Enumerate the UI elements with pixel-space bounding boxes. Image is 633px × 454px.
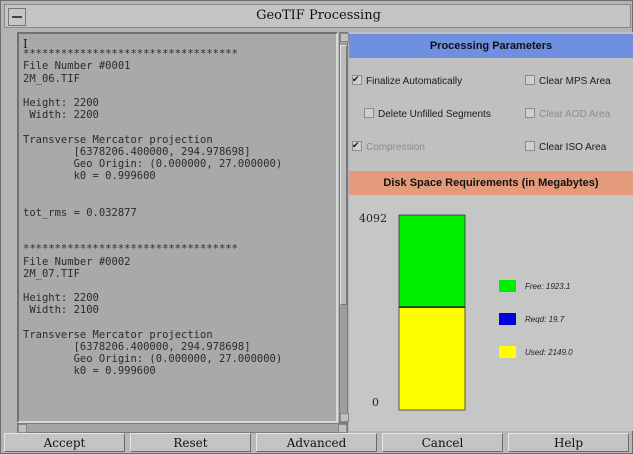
legend-label-free: Free: 1923.1 (525, 282, 570, 291)
clear-mps-area-checkbox[interactable]: Clear MPS Area (525, 75, 611, 88)
disk-space-chart-area: 4092 0 Free: 1923.1 Reqd: 19.7 Used: 2149.0 (349, 195, 633, 431)
clear-iso-area-checkbox[interactable]: Clear ISO Area (525, 141, 606, 154)
title-bar[interactable]: GeoTIF Processing (4, 4, 631, 28)
bar-segment-free (398, 214, 466, 308)
log-text-area[interactable]: ********************************** File … (17, 32, 338, 423)
scroll-right-icon[interactable] (338, 424, 347, 433)
bar-segment-used (398, 307, 466, 411)
log-vertical-scrollbar[interactable] (339, 32, 349, 423)
checkbox-icon (352, 73, 362, 85)
legend-swatch-used (499, 346, 516, 358)
checkbox-label: Compression (366, 142, 425, 153)
scroll-down-icon[interactable] (340, 413, 349, 422)
clear-aod-area-checkbox[interactable]: Clear AOD Area (525, 108, 610, 121)
scroll-up-icon[interactable] (340, 33, 349, 42)
checkbox-icon (525, 75, 535, 85)
legend-swatch-free (499, 280, 516, 292)
reset-button[interactable]: Reset (130, 433, 251, 452)
scroll-left-icon[interactable] (18, 424, 27, 433)
log-horizontal-scrollbar[interactable] (17, 423, 348, 433)
checkbox-label: Clear AOD Area (539, 109, 611, 120)
legend-swatch-reqd (499, 313, 516, 325)
checkbox-icon (352, 139, 362, 151)
window-title: GeoTIF Processing (256, 8, 381, 23)
y-tick-label: 0 (372, 396, 379, 409)
legend-label-reqd: Reqd: 19.7 (525, 315, 565, 324)
scrollbar-thumb[interactable] (340, 45, 347, 305)
accept-button[interactable]: Accept (4, 433, 125, 452)
help-button[interactable]: Help (508, 433, 629, 452)
window-menu-icon[interactable] (8, 8, 26, 26)
disk-space-header: Disk Space Requirements (in Megabytes) (349, 171, 633, 195)
cancel-button[interactable]: Cancel (382, 433, 503, 452)
legend-label-used: Used: 2149.0 (525, 348, 573, 357)
checkbox-label: Delete Unfilled Segments (378, 109, 491, 120)
checkbox-label: Finalize Automatically (366, 76, 463, 87)
button-bar: Accept Reset Advanced Cancel Help (4, 433, 631, 453)
compression-checkbox[interactable]: Compression (352, 139, 425, 154)
finalize-automatically-checkbox[interactable]: Finalize Automatically (352, 73, 463, 88)
checkbox-icon (364, 108, 374, 118)
advanced-button[interactable]: Advanced (256, 433, 377, 452)
processing-parameters-header: Processing Parameters (349, 34, 633, 58)
y-tick-label: 4092 (359, 212, 387, 225)
checkbox-label: Clear ISO Area (539, 142, 607, 153)
disk-space-chart: 4092 0 Free: 1923.1 Reqd: 19.7 Used: 2149.0 (359, 212, 573, 411)
checkbox-icon (525, 108, 535, 118)
checkbox-label: Clear MPS Area (539, 76, 611, 87)
text-cursor: I (23, 37, 28, 51)
parameters-panel: Processing Parameters Finalize Automatic… (349, 32, 633, 431)
checkbox-icon (525, 141, 535, 151)
delete-unfilled-segments-checkbox[interactable]: Delete Unfilled Segments (364, 108, 491, 121)
log-text: ********************************** File … (23, 48, 283, 378)
application-window: GeoTIF Processing **********************… (0, 0, 633, 454)
